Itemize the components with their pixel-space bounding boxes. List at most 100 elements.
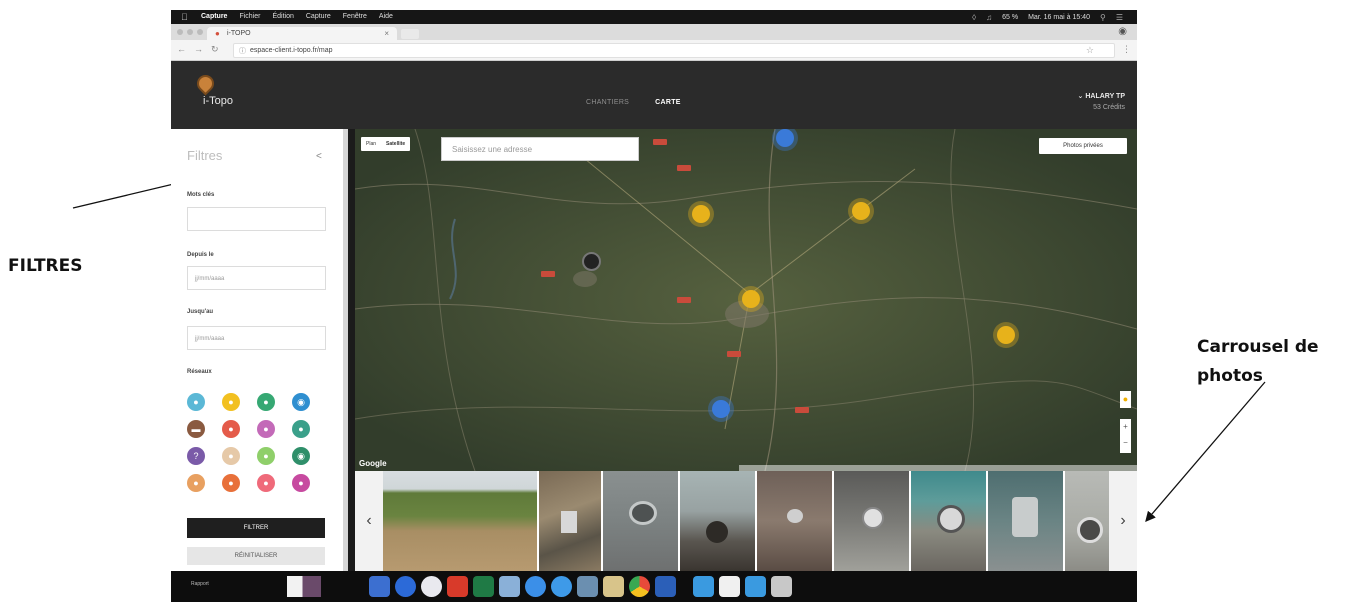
gas-icon[interactable]: ● [222, 447, 240, 465]
carousel-photo[interactable] [383, 471, 537, 571]
light-icon[interactable]: ● [257, 474, 275, 492]
menu-app-name[interactable]: Capture [201, 13, 227, 20]
app-header: i-Topo CHANTIERS CARTE ⌄ HALARY TP 53 Cr… [171, 61, 1137, 129]
powerpoint-icon[interactable] [447, 576, 468, 597]
user-menu[interactable]: ⌄ HALARY TP 53 Crédits [1078, 91, 1125, 113]
photo-cluster-marker[interactable] [997, 326, 1015, 344]
collapse-sidebar-button[interactable]: < [316, 151, 322, 162]
eye-icon[interactable]: ◉ [292, 393, 310, 411]
until-date-input[interactable]: jj/mm/aaaa [187, 326, 326, 350]
carousel-next-button[interactable]: › [1109, 471, 1137, 571]
maximize-window-button[interactable] [197, 29, 203, 35]
apple-icon[interactable]:  [181, 12, 188, 22]
sun-icon[interactable]: ● [222, 393, 240, 411]
main-nav: CHANTIERS CARTE [586, 99, 681, 106]
droplet-icon[interactable]: ● [187, 393, 205, 411]
fiber-icon[interactable]: ● [257, 420, 275, 438]
menu-fichier[interactable]: Fichier [239, 13, 260, 20]
carousel-photo[interactable] [539, 471, 601, 571]
browser-tab[interactable]: ● i-TOPO × [207, 27, 397, 40]
safari-icon[interactable] [551, 576, 572, 597]
flame-icon[interactable]: ● [222, 420, 240, 438]
browser-menu-icon[interactable]: ⋮ [1122, 44, 1131, 55]
photo-cluster-marker[interactable] [776, 129, 794, 147]
trash-icon[interactable] [771, 576, 792, 597]
signal-icon[interactable]: ● [292, 474, 310, 492]
carousel-photo[interactable] [680, 471, 755, 571]
sidebar-scrollbar[interactable] [343, 129, 348, 571]
itunes-icon[interactable] [421, 576, 442, 597]
address-search-input[interactable]: Saisissez une adresse [441, 137, 639, 161]
document-icon[interactable] [719, 576, 740, 597]
clock[interactable]: Mar. 16 mai à 15:40 [1028, 14, 1090, 21]
map-type-satellite[interactable]: Satellite [381, 137, 410, 151]
carousel-photo[interactable] [834, 471, 909, 571]
siri-icon[interactable] [395, 576, 416, 597]
tab-carte[interactable]: CARTE [655, 99, 681, 106]
electric-icon[interactable]: ● [222, 474, 240, 492]
back-arrow-icon[interactable]: ← [177, 44, 186, 55]
photo-cluster-marker[interactable] [852, 202, 870, 220]
reset-button[interactable]: RÉINITIALISER [187, 547, 325, 565]
zoom-in-button[interactable]: + [1120, 419, 1131, 435]
map-type-plan[interactable]: Plan [361, 137, 381, 151]
photo-cluster-marker[interactable] [742, 290, 760, 308]
document-thumbnail-icon[interactable] [287, 576, 321, 597]
carousel-photo[interactable] [603, 471, 678, 571]
folder-icon[interactable] [693, 576, 714, 597]
photo-cluster-marker[interactable] [712, 400, 730, 418]
photo-detail [629, 501, 657, 525]
photos-app-icon[interactable] [577, 576, 598, 597]
downloads-folder-icon[interactable] [745, 576, 766, 597]
close-window-button[interactable] [177, 29, 183, 35]
since-date-input[interactable]: jj/mm/aaaa [187, 266, 326, 290]
heat-icon[interactable]: ● [187, 474, 205, 492]
url-field[interactable]: ⓘ espace-client.i-topo.fr/map ☆ [233, 43, 1115, 58]
filter-button[interactable]: FILTRER [187, 518, 325, 538]
menu-aide[interactable]: Aide [379, 13, 393, 20]
minimize-window-button[interactable] [187, 29, 193, 35]
satellite-map[interactable]: Plan Satellite Saisissez une adresse Pho… [355, 129, 1137, 471]
carousel-prev-button[interactable]: ‹ [355, 471, 383, 571]
close-tab-icon[interactable]: × [384, 29, 389, 38]
forward-arrow-icon[interactable]: → [194, 44, 203, 55]
menu-fenetre[interactable]: Fenêtre [343, 13, 367, 20]
notification-center-icon[interactable]: ☰ [1116, 13, 1123, 22]
sewer-icon[interactable]: ◉ [292, 447, 310, 465]
carousel-photo[interactable] [988, 471, 1063, 571]
photo-carousel: ‹ › [355, 471, 1137, 571]
question-icon[interactable]: ? [187, 447, 205, 465]
zoom-out-button[interactable]: − [1120, 435, 1131, 451]
carousel-photo[interactable] [911, 471, 986, 571]
water-icon[interactable]: ● [292, 420, 310, 438]
chrome-icon[interactable] [629, 576, 650, 597]
profile-icon[interactable]: ◉ [1118, 26, 1127, 37]
private-photos-button[interactable]: Photos privées [1039, 138, 1127, 154]
carousel-photo[interactable] [757, 471, 832, 571]
photo-cluster-marker[interactable] [692, 205, 710, 223]
finder-icon[interactable] [369, 576, 390, 597]
spotlight-search-icon[interactable]: ⚲ [1100, 13, 1106, 22]
cable-icon[interactable]: ▬ [187, 420, 205, 438]
preview-icon[interactable] [499, 576, 520, 597]
tab-chantiers[interactable]: CHANTIERS [586, 99, 629, 106]
messages-icon[interactable] [525, 576, 546, 597]
photo-marker[interactable] [582, 252, 601, 271]
keywords-input[interactable] [187, 207, 326, 231]
volume-icon[interactable]: ♫ [986, 13, 992, 22]
menu-edition[interactable]: Édition [272, 13, 293, 20]
new-tab-button[interactable] [401, 29, 419, 39]
maps-icon[interactable] [603, 576, 624, 597]
carousel-photo[interactable] [1065, 471, 1109, 571]
leaf-icon[interactable]: ● [257, 393, 275, 411]
street-view-pegman-icon[interactable]: ● [1120, 391, 1131, 408]
telecom-icon[interactable]: ● [257, 447, 275, 465]
wifi-icon[interactable]: ◊ [972, 13, 976, 22]
bookmark-star-icon[interactable]: ☆ [1086, 45, 1094, 56]
excel-icon[interactable] [473, 576, 494, 597]
reload-icon[interactable]: ↻ [211, 44, 219, 55]
word-icon[interactable] [655, 576, 676, 597]
menu-capture[interactable]: Capture [306, 13, 331, 20]
itopo-logo[interactable]: i-Topo [193, 71, 253, 115]
battery-percent[interactable]: 65 % [1002, 14, 1018, 21]
